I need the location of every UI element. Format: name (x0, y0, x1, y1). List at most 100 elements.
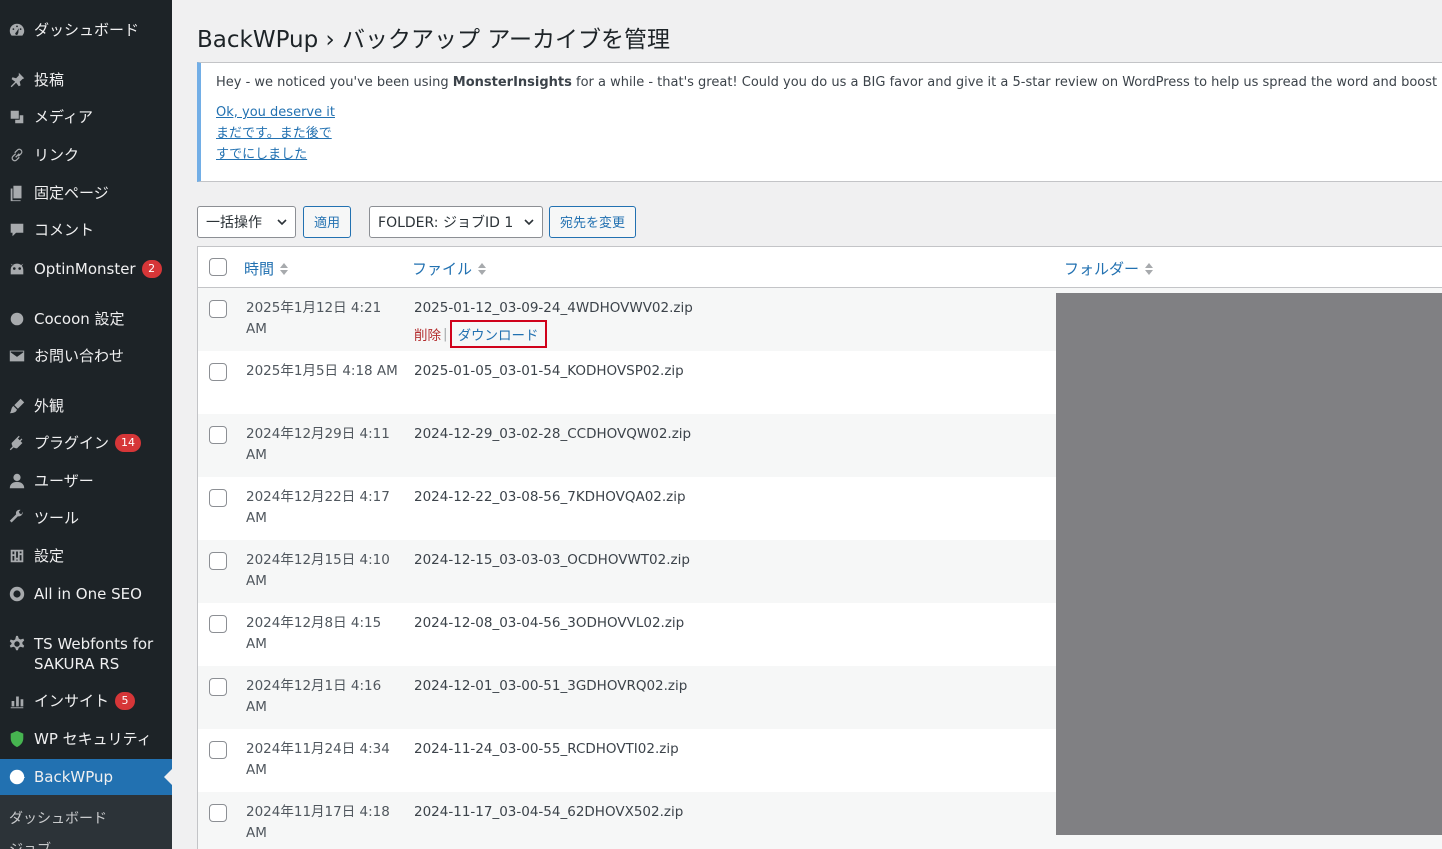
row-date: 2025年1月5日 4:18 AM (246, 363, 398, 379)
page-icon (0, 183, 34, 203)
sidebar-item-label: ユーザー (34, 472, 94, 490)
sidebar-item-label: 外観 (34, 397, 65, 415)
row-file: 2025-01-05_03-01-54_KODHOVSP02.zip (414, 363, 684, 379)
media-icon (0, 107, 34, 127)
sidebar-item-contact[interactable]: お問い合わせ (0, 346, 172, 366)
row-file: 2024-12-15_03-03-03_OCDHOVWT02.zip (414, 552, 690, 568)
row-date: 2024年11月24日 4:34 AM (246, 741, 390, 778)
select-all-checkbox[interactable] (209, 258, 227, 276)
column-header-folder[interactable]: フォルダー (1064, 258, 1154, 279)
sidebar-item-label: OptinMonster (34, 260, 136, 278)
brush-icon (0, 396, 34, 416)
sidebar-item-optinmonster[interactable]: OptinMonster 2 (0, 259, 172, 279)
column-label: ファイル (412, 260, 473, 278)
submenu-item-jobs[interactable]: ジョブ (9, 839, 51, 849)
column-header-time[interactable]: 時間 (244, 258, 289, 279)
table-header: 時間 ファイル フォルダー (198, 247, 1442, 288)
row-date: 2024年12月8日 4:15 AM (246, 615, 382, 652)
notice-link-done[interactable]: すでにしました (216, 144, 1441, 165)
row-checkbox[interactable] (209, 615, 227, 633)
user-icon (0, 471, 34, 491)
sidebar-item-label: リンク (34, 146, 80, 164)
update-badge: 2 (141, 260, 162, 278)
row-date: 2024年12月22日 4:17 AM (246, 489, 390, 526)
row-checkbox[interactable] (209, 426, 227, 444)
sidebar-item-tools[interactable]: ツール (0, 508, 172, 528)
sidebar-item-comments[interactable]: コメント (0, 220, 172, 240)
row-checkbox[interactable] (209, 489, 227, 507)
sidebar-item-all-in-one-seo[interactable]: All in One SEO (0, 584, 172, 604)
row-checkbox[interactable] (209, 804, 227, 822)
row-actions: 削除 | ダウンロード (414, 320, 547, 348)
sort-icon (1145, 262, 1154, 275)
notice-text: Hey - we noticed you've been using Monst… (216, 75, 1442, 90)
link-icon (0, 145, 34, 165)
row-file: 2024-12-01_03-00-51_3GDHOVRQ02.zip (414, 678, 688, 694)
sidebar-item-insights[interactable]: インサイト 5 (0, 691, 172, 711)
redacted-folder-column (1056, 293, 1442, 835)
sidebar-item-label: ダッシュボード (34, 21, 140, 39)
row-checkbox[interactable] (209, 678, 227, 696)
sidebar-item-wp-security[interactable]: WP セキュリティ (0, 729, 172, 749)
shield-icon (0, 729, 34, 749)
review-notice: Hey - we noticed you've been using Monst… (197, 62, 1442, 182)
current-menu-arrow (164, 769, 172, 785)
update-badge: 14 (115, 434, 142, 452)
row-checkbox[interactable] (209, 363, 227, 381)
notice-links: Ok, you deserve it まだです。また後で すでにしました (216, 102, 1441, 165)
sidebar-item-backwpup[interactable]: BackWPup (0, 759, 172, 795)
download-link[interactable]: ダウンロード (449, 320, 547, 348)
aioseo-icon (0, 584, 34, 604)
row-file: 2024-12-29_03-02-28_CCDHOVQW02.zip (414, 426, 692, 442)
sidebar-item-label: プラグイン (34, 434, 110, 452)
sidebar-item-plugins[interactable]: プラグイン 14 (0, 433, 172, 453)
comment-icon (0, 220, 34, 240)
row-date: 2024年11月17日 4:18 AM (246, 804, 390, 841)
sidebar-item-ts-webfonts[interactable]: TS Webfonts for SAKURA RS (0, 634, 172, 674)
sidebar-item-settings[interactable]: 設定 (0, 546, 172, 566)
sidebar-item-label: お問い合わせ (34, 347, 125, 365)
row-file: 2024-11-17_03-04-54_62DHOVX502.zip (414, 804, 684, 820)
sidebar-item-label: ツール (34, 509, 80, 527)
row-checkbox[interactable] (209, 300, 227, 318)
sidebar-item-media[interactable]: メディア (0, 107, 172, 127)
row-checkbox[interactable] (209, 552, 227, 570)
apply-button[interactable]: 適用 (303, 205, 352, 238)
sidebar-item-label: BackWPup (34, 768, 114, 786)
bulk-action-select[interactable]: 一括操作 (197, 205, 296, 238)
sidebar-item-pages[interactable]: 固定ページ (0, 183, 172, 203)
row-checkbox[interactable] (209, 741, 227, 759)
admin-sidebar: ダッシュボード 投稿 メディア リンク 固定ページ コメント OptinMons… (0, 0, 172, 849)
delete-link[interactable]: 削除 (414, 324, 441, 344)
sidebar-item-users[interactable]: ユーザー (0, 471, 172, 491)
notice-link-review[interactable]: Ok, you deserve it (216, 102, 1441, 123)
notice-link-later[interactable]: まだです。また後で (216, 123, 1441, 144)
folder-select[interactable]: FOLDER: ジョブID 1 (369, 205, 544, 238)
plugin-icon (0, 433, 34, 453)
column-header-file[interactable]: ファイル (412, 258, 487, 279)
sidebar-item-appearance[interactable]: 外観 (0, 396, 172, 416)
change-destination-button[interactable]: 宛先を変更 (549, 205, 637, 238)
submenu-item-dashboard[interactable]: ダッシュボード (9, 808, 107, 828)
row-date: 2024年12月15日 4:10 AM (246, 552, 390, 589)
circle-icon (0, 309, 34, 329)
sidebar-item-label: インサイト (34, 692, 110, 710)
row-action-separator: | (443, 326, 448, 342)
row-file: 2024-12-08_03-04-56_3ODHOVVL02.zip (414, 615, 685, 631)
sidebar-item-dashboard[interactable]: ダッシュボード (0, 20, 172, 40)
insights-icon (0, 691, 34, 711)
sidebar-item-links[interactable]: リンク (0, 145, 172, 165)
sidebar-item-posts[interactable]: 投稿 (0, 70, 172, 90)
sidebar-item-label: メディア (34, 108, 93, 126)
sidebar-item-cocoon-settings[interactable]: Cocoon 設定 (0, 309, 172, 329)
sort-icon (478, 262, 487, 275)
pin-icon (0, 70, 34, 90)
row-date: 2024年12月29日 4:11 AM (246, 426, 390, 463)
sort-icon (280, 262, 289, 275)
row-file: 2025-01-12_03-09-24_4WDHOVWV02.zip (414, 300, 693, 316)
dashboard-icon (0, 20, 34, 40)
sidebar-item-label: 投稿 (34, 71, 65, 89)
row-date: 2025年1月12日 4:21 AM (246, 300, 382, 337)
settings-icon (0, 546, 34, 566)
row-file: 2024-11-24_03-00-55_RCDHOVTI02.zip (414, 741, 679, 757)
